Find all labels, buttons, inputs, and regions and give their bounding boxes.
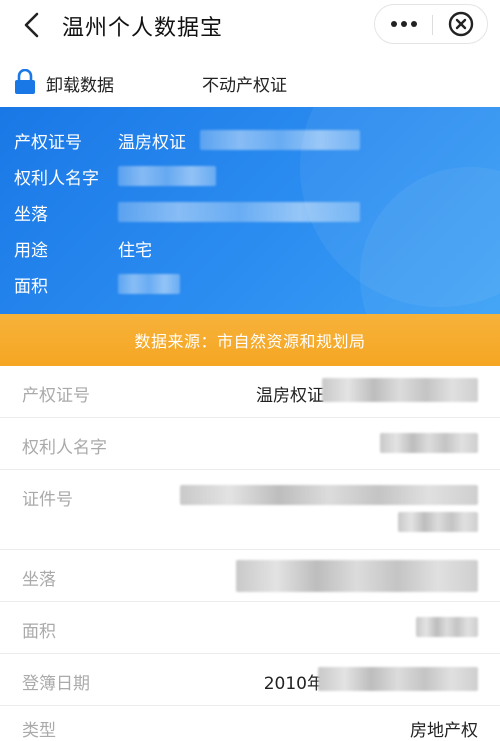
card-value: 温房权证 bbox=[118, 133, 186, 153]
subheader: 卸载数据 不动产权证 bbox=[0, 58, 500, 106]
card-label: 坐落 bbox=[14, 205, 48, 225]
redacted-block bbox=[236, 560, 478, 592]
unload-data-link[interactable]: 卸载数据 bbox=[46, 71, 114, 96]
lock-icon bbox=[15, 69, 35, 94]
document-type-label: 不动产权证 bbox=[202, 76, 287, 96]
certificate-summary-card: 产权证号 温房权证 权利人名字 坐落 用途 住宅 面积 bbox=[0, 107, 500, 314]
page-title: 温州个人数据宝 bbox=[62, 16, 224, 41]
card-row-owner: 权利人名字 bbox=[14, 162, 484, 190]
detail-row-owner: 权利人名字 bbox=[0, 418, 500, 470]
detail-row-registration-date: 登簿日期 2010年 bbox=[0, 654, 500, 706]
chevron-left-icon bbox=[24, 12, 39, 38]
more-dots-icon bbox=[390, 21, 417, 27]
redacted-block bbox=[118, 166, 216, 186]
redacted-block bbox=[322, 378, 478, 402]
redacted-block bbox=[416, 617, 478, 637]
detail-label: 面积 bbox=[22, 622, 56, 642]
card-value: 住宅 bbox=[118, 241, 152, 261]
detail-label: 权利人名字 bbox=[22, 438, 107, 458]
card-label: 权利人名字 bbox=[14, 169, 99, 189]
detail-label: 证件号 bbox=[22, 490, 73, 510]
close-button[interactable] bbox=[433, 5, 489, 43]
redacted-block bbox=[200, 130, 360, 150]
redacted-block bbox=[398, 512, 478, 532]
detail-label: 类型 bbox=[22, 721, 56, 741]
card-row-usage: 用途 住宅 bbox=[14, 234, 484, 262]
card-row-location: 坐落 bbox=[14, 198, 484, 226]
navbar: 温州个人数据宝 bbox=[0, 0, 500, 50]
detail-row-location: 坐落 bbox=[0, 550, 500, 602]
detail-value: 2010年 bbox=[263, 674, 324, 694]
detail-label: 产权证号 bbox=[22, 386, 90, 406]
detail-label: 坐落 bbox=[22, 570, 56, 590]
detail-value: 温房权证 bbox=[256, 386, 324, 406]
card-row-area: 面积 bbox=[14, 270, 484, 298]
close-circle-icon bbox=[448, 11, 474, 37]
redacted-block bbox=[380, 433, 478, 453]
data-source-bar: 数据来源：市自然资源和规划局 bbox=[0, 314, 500, 366]
card-row-certificate-no: 产权证号 温房权证 bbox=[14, 126, 484, 154]
card-label: 用途 bbox=[14, 241, 48, 261]
mini-program-capsule bbox=[374, 4, 488, 44]
data-source-text: 数据来源：市自然资源和规划局 bbox=[134, 332, 366, 351]
detail-label: 登簿日期 bbox=[22, 674, 90, 694]
detail-row-certificate-no: 产权证号 温房权证 bbox=[0, 366, 500, 418]
detail-row-id-number: 证件号 bbox=[0, 470, 500, 550]
redacted-block bbox=[318, 667, 478, 691]
back-button[interactable] bbox=[14, 8, 48, 42]
detail-row-area: 面积 bbox=[0, 602, 500, 654]
card-label: 面积 bbox=[14, 277, 48, 297]
more-button[interactable] bbox=[375, 5, 432, 43]
detail-value: 房地产权 bbox=[410, 721, 478, 741]
redacted-block bbox=[118, 274, 180, 294]
redacted-block bbox=[118, 202, 360, 222]
detail-row-type: 类型 房地产权 bbox=[0, 706, 500, 741]
redacted-block bbox=[180, 485, 478, 505]
card-label: 产权证号 bbox=[14, 133, 82, 153]
